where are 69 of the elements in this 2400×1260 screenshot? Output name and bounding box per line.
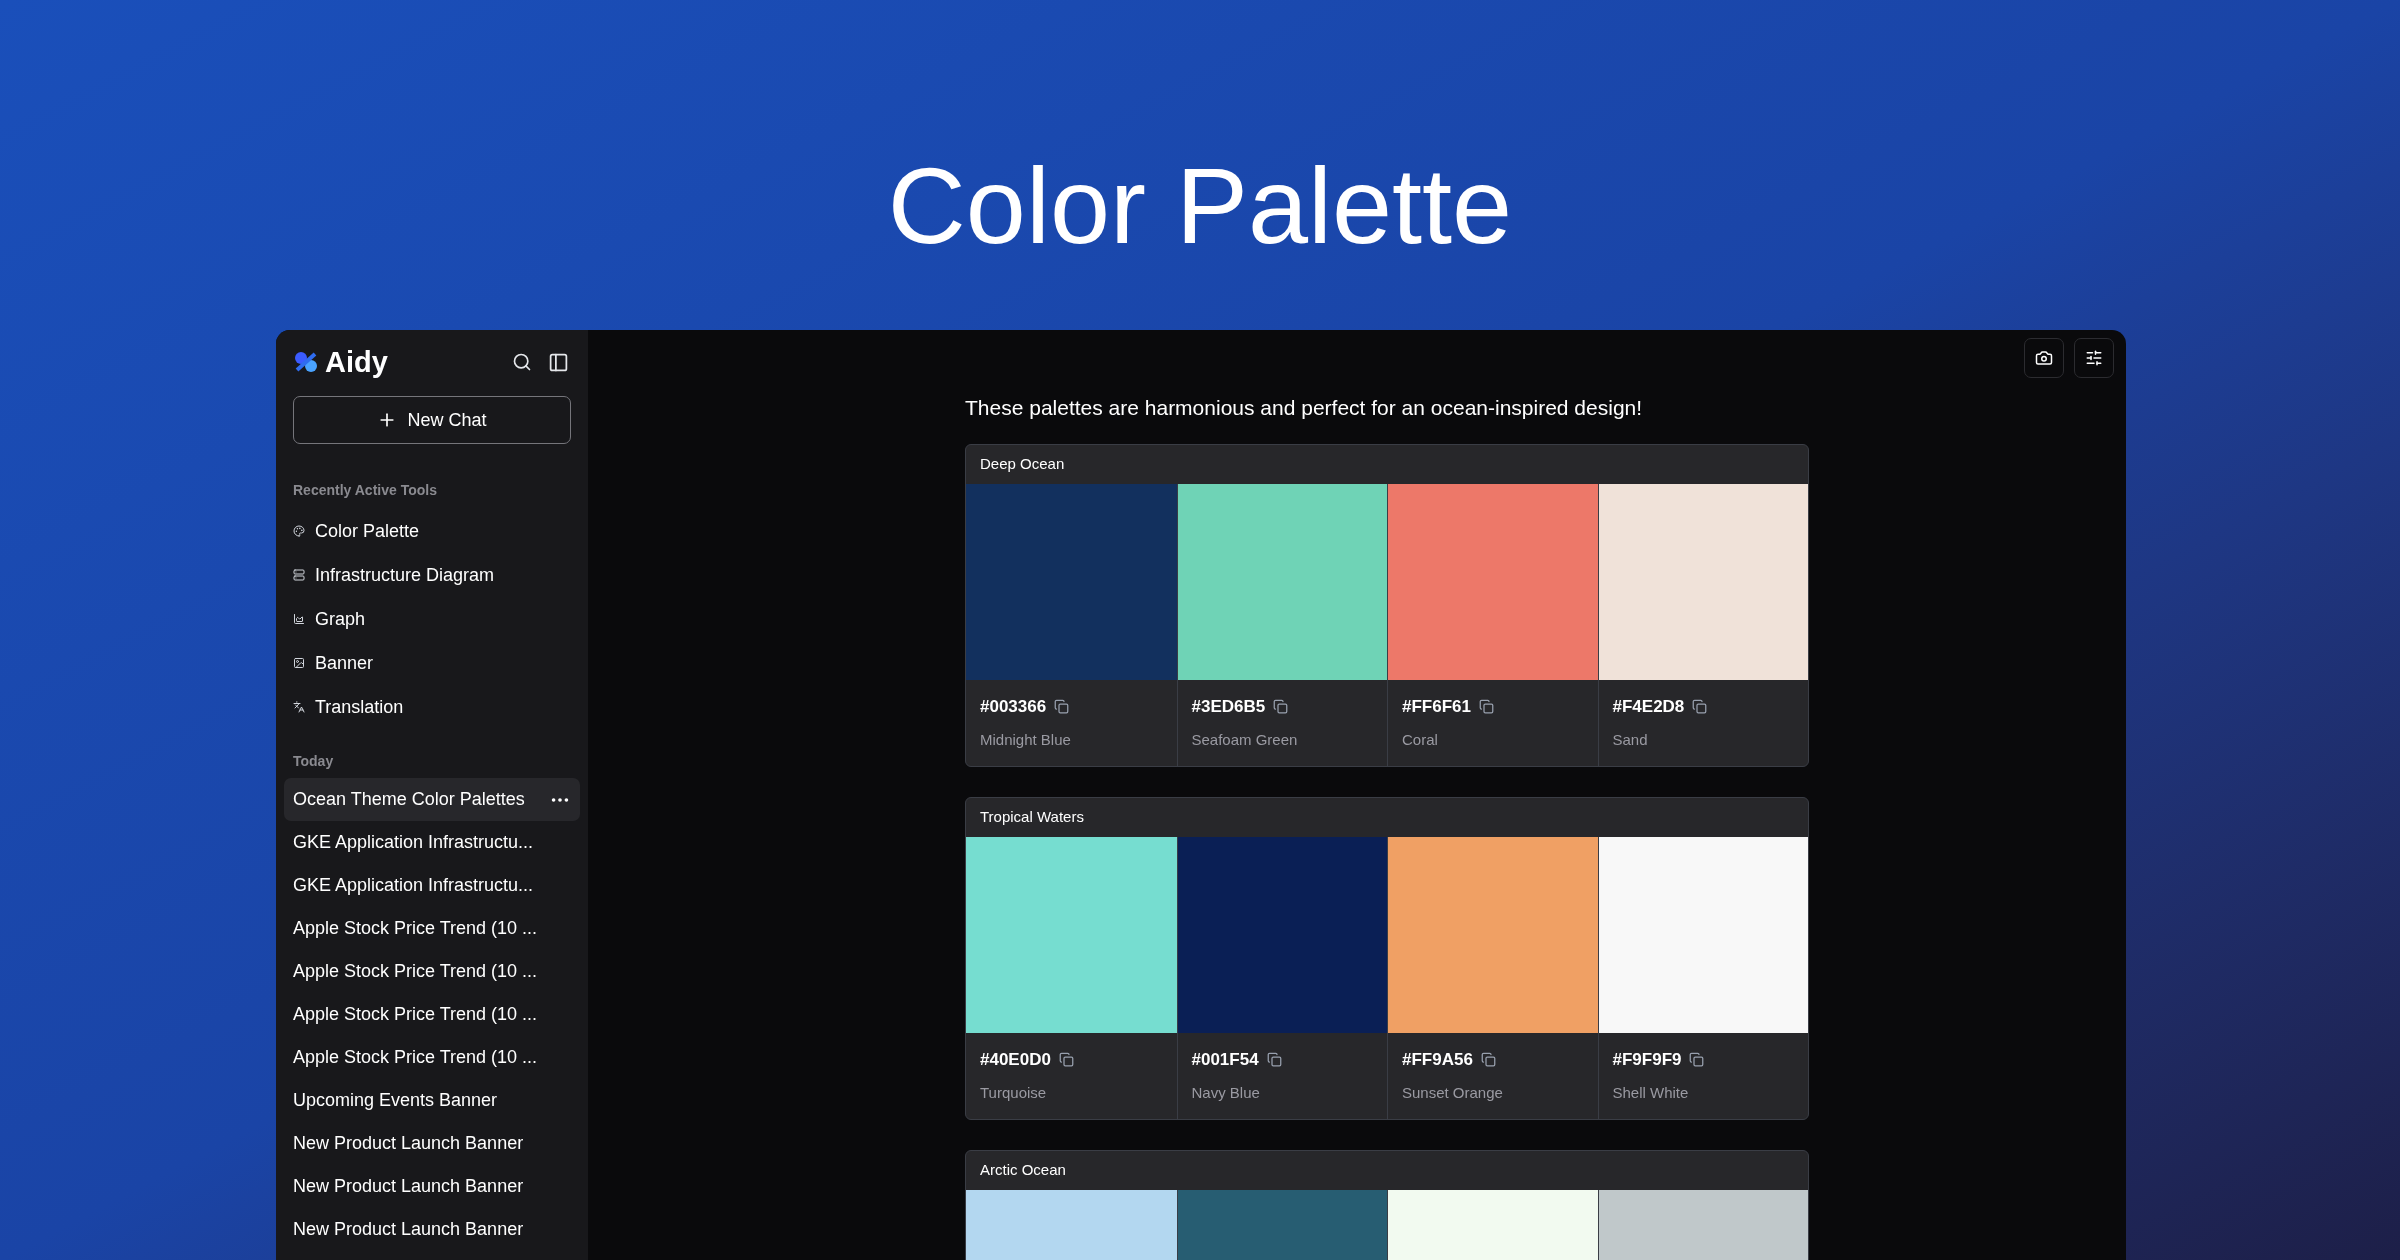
color-name: Coral — [1402, 730, 1439, 750]
hex-code: #FF9A56 — [1402, 1048, 1473, 1071]
color-name: Sunset Orange — [1402, 1083, 1504, 1103]
chat-history-item[interactable]: Apple Stock Price Trend (10 ... — [284, 950, 580, 993]
chat-history-item[interactable]: GKE Application Infrastructu... — [284, 821, 580, 864]
copy-icon[interactable] — [1479, 698, 1494, 714]
tool-item[interactable]: Infrastructure Diagram — [293, 553, 571, 597]
chart-icon — [293, 613, 305, 625]
color-name: Seafoam Green — [1191, 730, 1299, 750]
translate-icon — [293, 701, 305, 713]
chat-history-item[interactable]: Ocean Theme Color Palettes — [284, 778, 580, 821]
sliders-icon — [2085, 349, 2103, 367]
copy-icon[interactable] — [1266, 1051, 1282, 1067]
hex-code: #40E0D0 — [980, 1048, 1051, 1071]
image-icon — [293, 657, 305, 669]
tool-item[interactable]: Banner — [293, 641, 571, 685]
palette-title: Arctic Ocean — [979, 1159, 1067, 1180]
color-swatch[interactable] — [966, 836, 1177, 1033]
palette-icon — [293, 525, 305, 537]
hex-code: #FF6F61 — [1402, 695, 1471, 718]
color-name: Midnight Blue — [980, 730, 1072, 750]
color-swatch[interactable] — [1598, 836, 1808, 1033]
search-icon[interactable] — [512, 352, 532, 372]
color-swatch[interactable] — [966, 483, 1177, 680]
copy-icon[interactable] — [1480, 1051, 1496, 1067]
color-swatch[interactable] — [1388, 483, 1598, 680]
color-name: Sand — [1612, 730, 1649, 750]
section-heading: Today — [293, 752, 335, 771]
chat-history-item[interactable]: Apple Stock Price Trend (10 ... — [284, 907, 580, 950]
settings-button[interactable] — [2074, 338, 2114, 378]
color-swatch[interactable] — [1177, 483, 1387, 680]
chat-history-item[interactable]: Apple Stock Price Trend (10 ... — [284, 993, 580, 1036]
chat-history-item[interactable]: Upcoming Events Banner — [284, 1079, 580, 1122]
hex-code: #3ED6B5 — [1191, 695, 1266, 718]
tool-item[interactable]: Graph — [293, 597, 571, 641]
copy-icon[interactable] — [1273, 698, 1289, 714]
brand-name: Aidy — [325, 347, 388, 377]
hex-code: #F4E2D8 — [1612, 695, 1685, 718]
sidebar-toggle-icon[interactable] — [548, 351, 569, 373]
camera-icon — [2035, 349, 2053, 367]
copy-icon[interactable] — [1054, 698, 1070, 714]
color-swatch[interactable] — [1388, 836, 1598, 1033]
color-swatch[interactable] — [1598, 483, 1808, 680]
hex-code: #001F54 — [1191, 1048, 1259, 1071]
color-swatch[interactable] — [1177, 836, 1387, 1033]
palette-title: Tropical Waters — [979, 806, 1085, 827]
hex-code: #003366 — [980, 695, 1047, 718]
assistant-message: These palettes are harmonious and perfect for an ocean-inspired design! — [965, 395, 1644, 421]
section-heading: Recently Active Tools — [293, 481, 438, 500]
chat-history-item[interactable]: Apple Stock Price Trend (10 ... — [284, 1036, 580, 1079]
headline: Color Palette — [887, 152, 1513, 260]
tool-item[interactable]: Translation — [293, 685, 571, 729]
copy-icon[interactable] — [1689, 1051, 1705, 1067]
new-chat-button[interactable]: New Chat — [293, 396, 571, 444]
copy-icon[interactable] — [1692, 698, 1708, 714]
server-icon — [293, 569, 305, 581]
tool-item[interactable]: Color Palette — [293, 509, 571, 553]
color-name: Shell White — [1612, 1083, 1690, 1103]
logo-icon — [293, 350, 319, 374]
palette-title: Deep Ocean — [979, 453, 1066, 474]
chat-history-item[interactable]: New Product Launch Banner — [284, 1122, 580, 1165]
chat-history-item[interactable]: GKE Application Infrastructu... — [284, 864, 580, 907]
copy-icon[interactable] — [1058, 1051, 1074, 1067]
color-name: Turquoise — [980, 1083, 1048, 1103]
hex-code: #F9F9F9 — [1612, 1048, 1682, 1071]
chat-history-item[interactable]: New Product Launch Banner — [284, 1165, 580, 1208]
chat-history-item[interactable]: New Product Launch Banner — [284, 1208, 580, 1251]
color-name: Navy Blue — [1191, 1083, 1261, 1103]
screenshot-button[interactable] — [2024, 338, 2064, 378]
